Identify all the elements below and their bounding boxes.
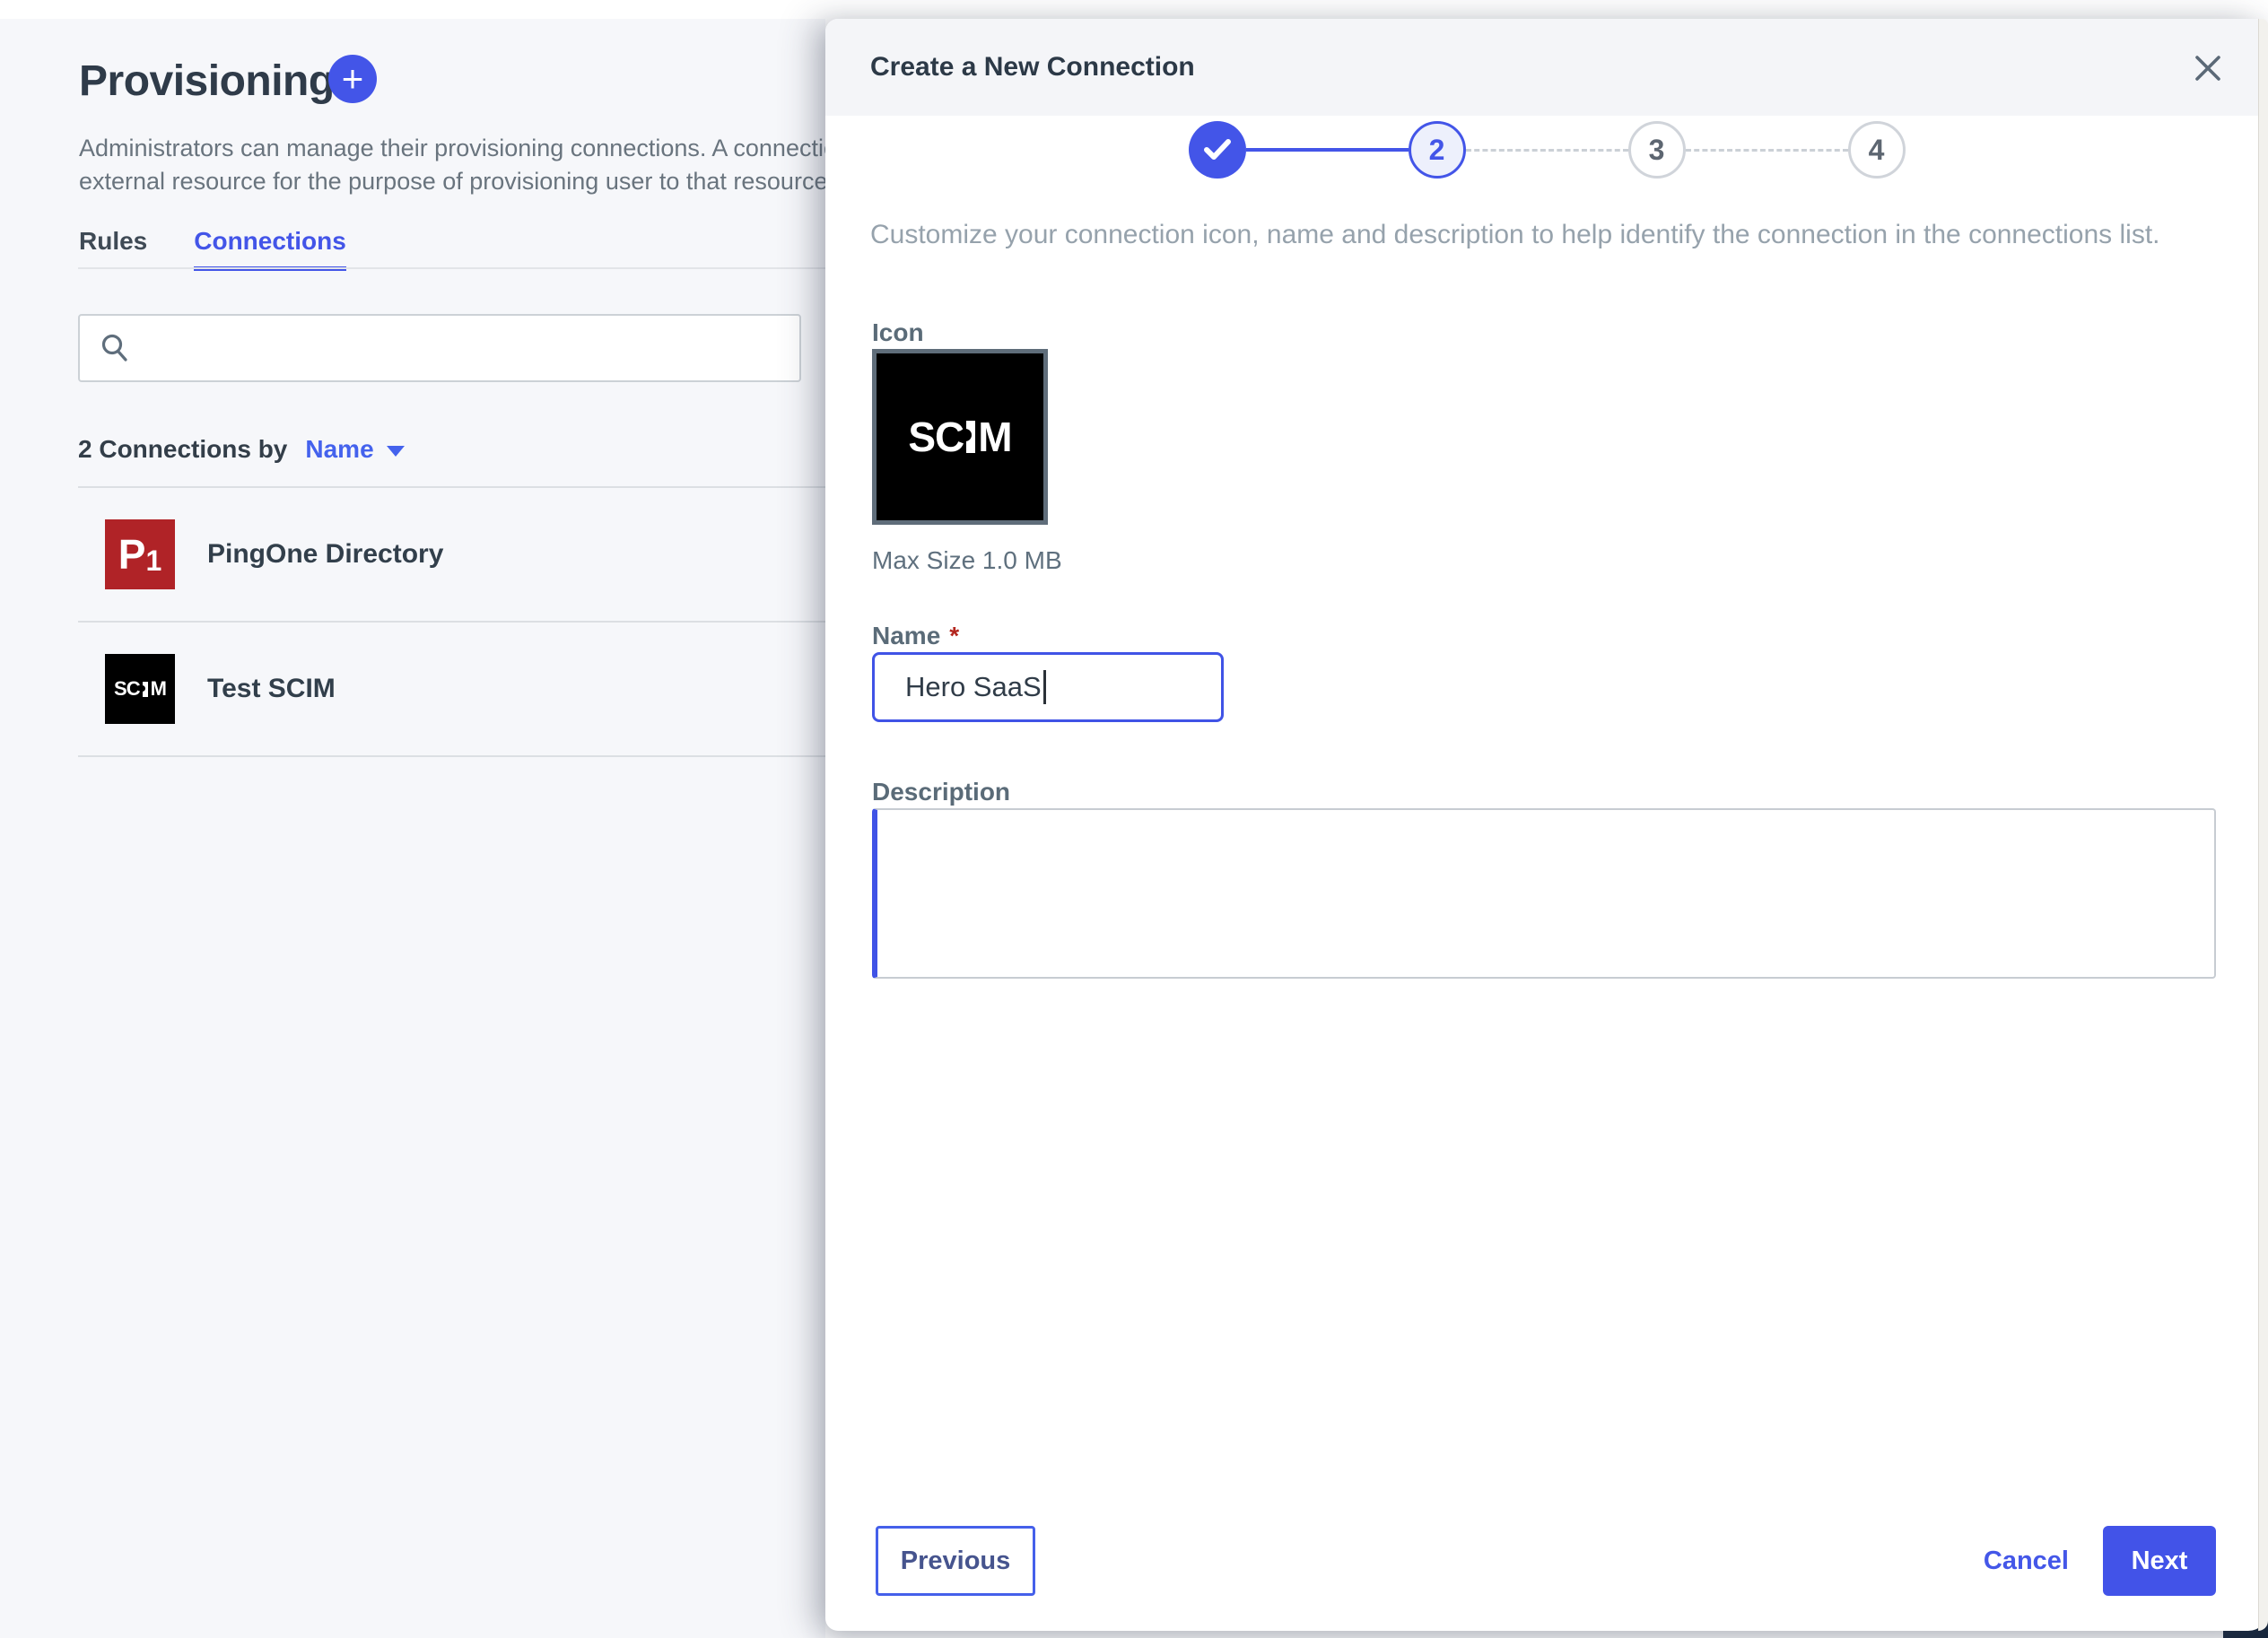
text-cursor <box>1043 670 1046 704</box>
description-field-label: Description <box>872 778 1010 806</box>
provisioning-page: Provisioning + Administrators can manage… <box>0 19 825 1638</box>
max-size-hint: Max Size 1.0 MB <box>872 546 1062 575</box>
step-connector-dashed <box>1466 149 1628 152</box>
search-input[interactable] <box>144 321 780 375</box>
connection-name: PingOne Directory <box>207 539 443 570</box>
tabs-divider <box>78 267 825 269</box>
modal-subtitle: Customize your connection icon, name and… <box>870 220 2225 250</box>
connections-count: 2 Connections by <box>78 435 287 464</box>
page-title: Provisioning <box>79 57 335 106</box>
name-value: Hero SaaS <box>905 671 1042 703</box>
next-button[interactable]: Next <box>2103 1526 2216 1596</box>
modal-title: Create a New Connection <box>870 52 1195 83</box>
step-connector-solid <box>1246 148 1409 152</box>
step-connector-dashed <box>1686 149 1848 152</box>
previous-button[interactable]: Previous <box>876 1526 1035 1596</box>
tab-bar: Rules Connections <box>79 227 346 271</box>
connections-list: P1 PingOne Directory SCM Test SCIM <box>78 486 825 757</box>
pingone-logo: P1 <box>105 519 175 589</box>
page-description-line1: Administrators can manage their provisio… <box>79 132 825 165</box>
sort-by-name[interactable]: Name <box>305 435 404 464</box>
connection-icon-upload[interactable]: SCM <box>872 349 1048 525</box>
connection-row-test-scim[interactable]: SCM Test SCIM <box>78 623 825 757</box>
description-textarea[interactable] <box>872 808 2216 979</box>
page-description-line2: external resource for the purpose of pro… <box>79 165 825 198</box>
required-asterisk: * <box>949 622 959 649</box>
tab-connections[interactable]: Connections <box>194 227 346 271</box>
search-icon <box>100 333 130 363</box>
connection-name: Test SCIM <box>207 674 336 704</box>
close-button[interactable] <box>2191 51 2225 85</box>
icon-field-label: Icon <box>872 318 924 347</box>
cancel-button[interactable]: Cancel <box>1984 1526 2069 1596</box>
connections-list-header: 2 Connections by Name <box>78 435 405 464</box>
step-2-active[interactable]: 2 <box>1409 121 1466 179</box>
connection-search[interactable] <box>78 314 801 382</box>
wizard-stepper: 2 3 4 <box>825 121 2268 179</box>
step-1-complete[interactable] <box>1189 121 1246 179</box>
checkmark-icon <box>1203 138 1232 161</box>
plus-icon: + <box>342 60 364 98</box>
create-connection-modal: Create a New Connection 2 3 4 Customize … <box>825 19 2268 1631</box>
add-connection-button[interactable]: + <box>328 55 377 103</box>
step-4: 4 <box>1848 121 1906 179</box>
scim-i-glyph <box>143 682 148 697</box>
close-icon <box>2193 53 2223 83</box>
name-input[interactable]: Hero SaaS <box>872 652 1224 722</box>
connection-row-pingone-directory[interactable]: P1 PingOne Directory <box>78 488 825 623</box>
step-3: 3 <box>1628 121 1686 179</box>
modal-header: Create a New Connection <box>825 19 2268 116</box>
scim-i-glyph <box>966 421 975 453</box>
name-field-label: Name* <box>872 622 959 650</box>
scim-logo: SCM <box>105 654 175 724</box>
scrollbar-track[interactable] <box>2258 19 2268 1631</box>
tab-rules[interactable]: Rules <box>79 227 147 271</box>
page-description: Administrators can manage their provisio… <box>79 132 825 198</box>
chevron-down-icon <box>387 446 405 457</box>
